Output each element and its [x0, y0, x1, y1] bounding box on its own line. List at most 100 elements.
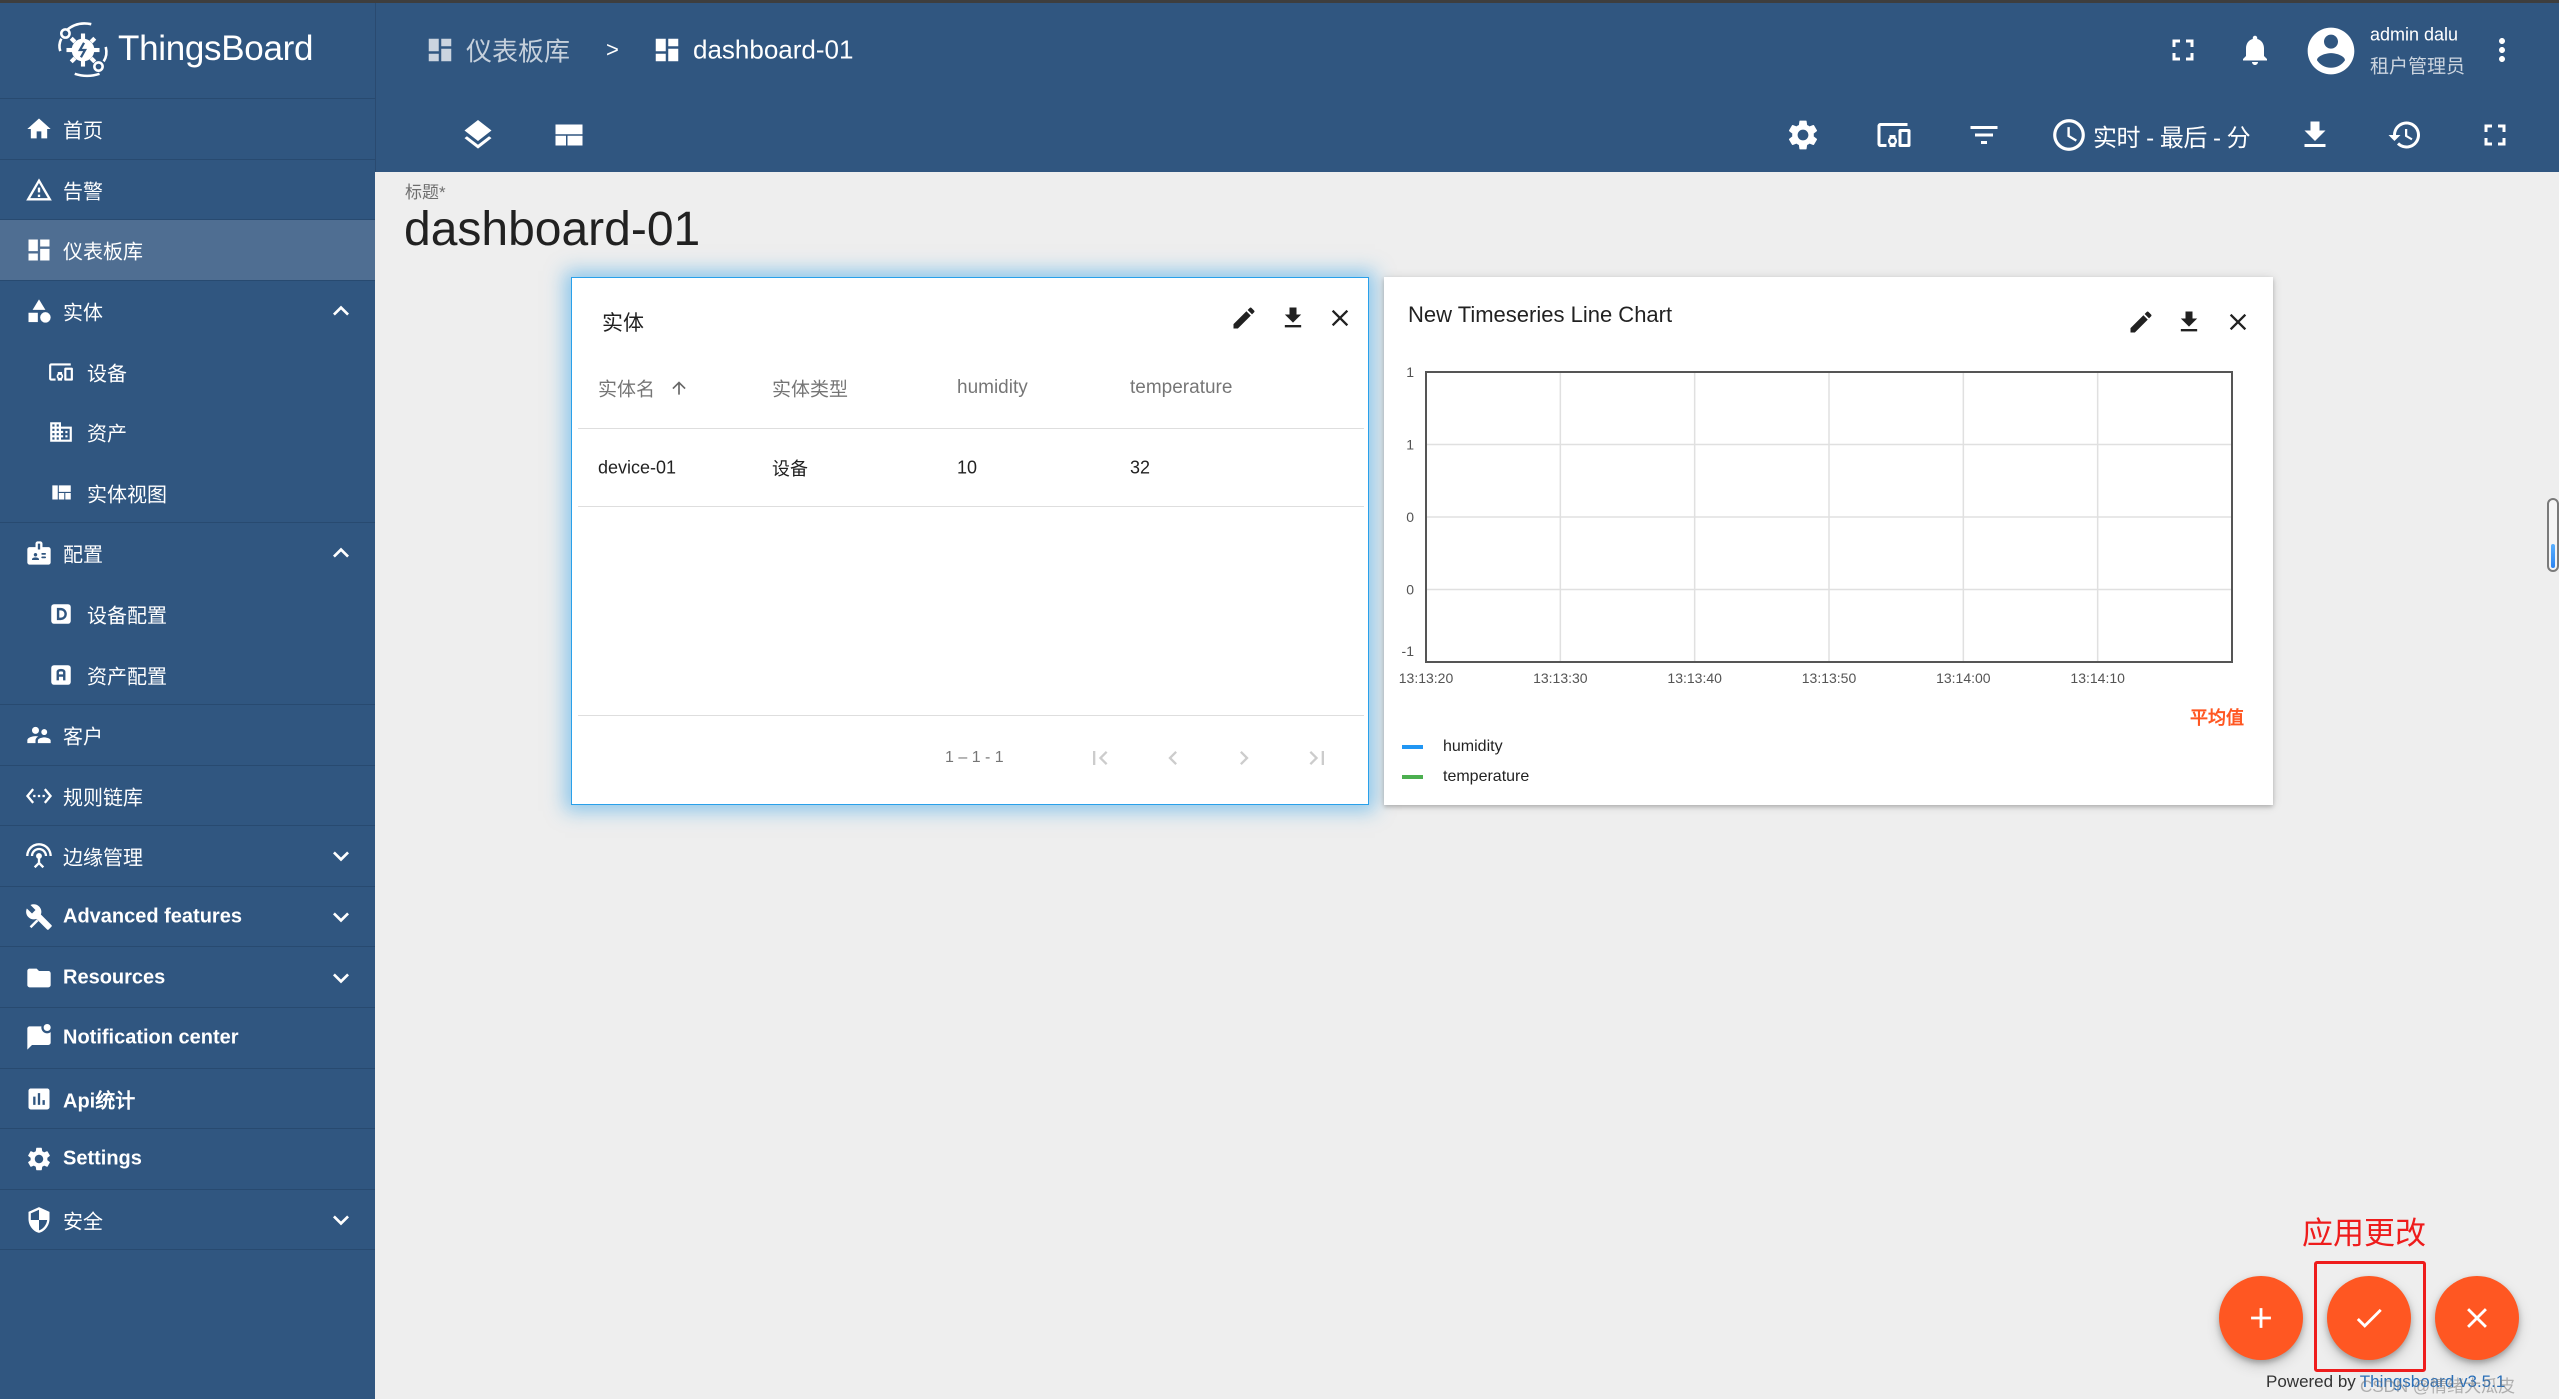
breadcrumb-separator: >: [606, 37, 619, 62]
sidebar-item-security[interactable]: 安全: [0, 1190, 375, 1251]
security-icon: [28, 1207, 50, 1233]
sidebar-item-dashboards[interactable]: 仪表板库: [0, 220, 375, 281]
side-slider-handle[interactable]: [2547, 498, 2559, 572]
history-icon[interactable]: [2387, 117, 2423, 153]
legend-item-humidity[interactable]: humidity: [1402, 737, 1503, 757]
sidebar-item-profiles[interactable]: 配置: [0, 523, 375, 584]
sidebar-item-devices[interactable]: 设备: [0, 341, 375, 402]
sidebar-item-notification-center[interactable]: Notification center: [0, 1008, 375, 1069]
legend-item-temperature[interactable]: temperature: [1402, 767, 1529, 787]
construction-icon: [26, 904, 52, 930]
timewindow-button[interactable]: 实时 - 最后 - 分: [2050, 115, 2251, 155]
sidebar-item-settings[interactable]: Settings: [0, 1129, 375, 1190]
chevron-up-icon[interactable]: [325, 537, 357, 569]
sidebar-item-home[interactable]: 首页: [0, 99, 375, 160]
edit-icon[interactable]: [1230, 304, 1258, 332]
sidebar-item-api-usage[interactable]: Api统计: [0, 1069, 375, 1130]
notification-center-icon: [27, 1024, 51, 1050]
powered-by-text: Powered by: [2266, 1372, 2356, 1391]
customers-icon: [27, 727, 51, 744]
dashboard-title-input[interactable]: dashboard-01: [404, 202, 700, 257]
layers-icon[interactable]: [460, 117, 496, 153]
download-icon[interactable]: [1279, 304, 1307, 332]
domain-icon: [50, 422, 72, 443]
folder-icon: [27, 968, 51, 987]
sidebar-item-label: 实体: [63, 302, 103, 325]
sidebar-item-label: 设备: [87, 363, 127, 386]
previous-page-icon[interactable]: [1159, 744, 1187, 772]
dashboard-fullscreen-icon[interactable]: [2477, 117, 2513, 153]
devices-icon: [49, 363, 73, 381]
settings-icon: [28, 1148, 50, 1171]
chevron-up-icon[interactable]: [325, 295, 357, 327]
entities-table-widget[interactable]: 实体 实体名 实体类型 humidity temperature device-…: [571, 277, 1369, 805]
menu-group: 安全: [0, 1190, 375, 1251]
notifications-bell-icon[interactable]: [2237, 32, 2273, 68]
download-icon[interactable]: [2175, 308, 2203, 336]
sidebar-item-customers[interactable]: 客户: [0, 705, 375, 766]
column-header-entity-name[interactable]: 实体名: [598, 375, 655, 402]
timeseries-chart-widget[interactable]: 1 1 0 0 -1 13:13:20 13:13:30 13:13:40 13:13:50 13…: [1384, 277, 2273, 805]
x-tick-label: 13:14:10: [2070, 670, 2125, 686]
entity-aliases-icon[interactable]: [1876, 117, 1912, 153]
layout-icon[interactable]: [551, 117, 587, 153]
avatar[interactable]: [2303, 23, 2359, 79]
app-name: ThingsBoard: [118, 29, 314, 68]
legend-swatch: [1402, 745, 1423, 749]
first-page-icon[interactable]: [1086, 744, 1114, 772]
sidebar-item-entities[interactable]: 实体: [0, 281, 375, 342]
sidebar-item-label: 资产: [87, 423, 127, 446]
x-tick-label: 13:13:50: [1802, 670, 1857, 686]
divider: [578, 506, 1364, 507]
fullscreen-icon[interactable]: [2165, 32, 2201, 68]
sidebar-item-rule-chains[interactable]: 规则链库: [0, 766, 375, 827]
column-header-temperature[interactable]: temperature: [1130, 377, 1232, 399]
close-icon: [2467, 1308, 2487, 1328]
close-icon[interactable]: [1326, 304, 1354, 332]
next-page-icon[interactable]: [1230, 744, 1258, 772]
sidebar-item-resources[interactable]: Resources: [0, 947, 375, 1008]
edit-icon[interactable]: [2127, 308, 2155, 336]
sidebar-item-entity-views[interactable]: 实体视图: [0, 463, 375, 524]
cancel-changes-button[interactable]: [2435, 1276, 2519, 1360]
menu-group: 边缘管理: [0, 826, 375, 887]
close-icon[interactable]: [2224, 308, 2252, 336]
widget-title: 实体: [602, 312, 644, 335]
divider: [578, 715, 1364, 716]
sidebar-item-advanced-features[interactable]: Advanced features: [0, 887, 375, 948]
sidebar: ThingsBoard 首页 告警 仪表板库 实体 设备 资产 实体视图 配置 …: [0, 0, 375, 1399]
chevron-down-icon[interactable]: [325, 1204, 357, 1236]
add-icon: [2251, 1308, 2271, 1328]
chevron-down-icon[interactable]: [325, 962, 357, 994]
sidebar-item-label: 边缘管理: [63, 847, 143, 870]
breadcrumb-link-dashboards[interactable]: 仪表板库: [466, 32, 570, 69]
more-vert-icon[interactable]: [2484, 32, 2520, 68]
sidebar-item-alarms[interactable]: 告警: [0, 160, 375, 221]
category-icon: [28, 299, 51, 323]
cell-temperature: 32: [1130, 457, 1151, 478]
chevron-down-icon[interactable]: [325, 840, 357, 872]
gear-icon[interactable]: [1785, 117, 1821, 153]
sidebar-item-edge-management[interactable]: 边缘管理: [0, 826, 375, 887]
x-tick-label: 13:13:20: [1399, 670, 1454, 686]
menu-group: Settings: [0, 1129, 375, 1190]
column-header-humidity[interactable]: humidity: [957, 377, 1028, 399]
annotation-label: 应用更改: [2302, 1216, 2426, 1251]
download-icon[interactable]: [2297, 117, 2333, 153]
table-row[interactable]: device-01 设备 10 32: [578, 429, 1364, 506]
logo[interactable]: ThingsBoard: [0, 0, 375, 99]
sidebar-item-asset-profiles[interactable]: 资产配置: [0, 644, 375, 705]
user-name[interactable]: admin dalu: [2370, 25, 2458, 46]
menu-group: Resources: [0, 947, 375, 1008]
sidebar-item-assets[interactable]: 资产: [0, 402, 375, 463]
filter-icon[interactable]: [1966, 117, 2002, 153]
add-widget-button[interactable]: [2219, 1276, 2303, 1360]
dashboards-icon: [28, 239, 50, 261]
sidebar-item-label: 配置: [63, 544, 103, 567]
chevron-down-icon[interactable]: [325, 901, 357, 933]
column-header-entity-type[interactable]: 实体类型: [772, 375, 848, 402]
sidebar-item-label: 告警: [63, 181, 103, 204]
sidebar-item-device-profiles[interactable]: 设备配置: [0, 584, 375, 645]
sort-arrow-up-icon[interactable]: [669, 378, 689, 398]
last-page-icon[interactable]: [1303, 744, 1331, 772]
